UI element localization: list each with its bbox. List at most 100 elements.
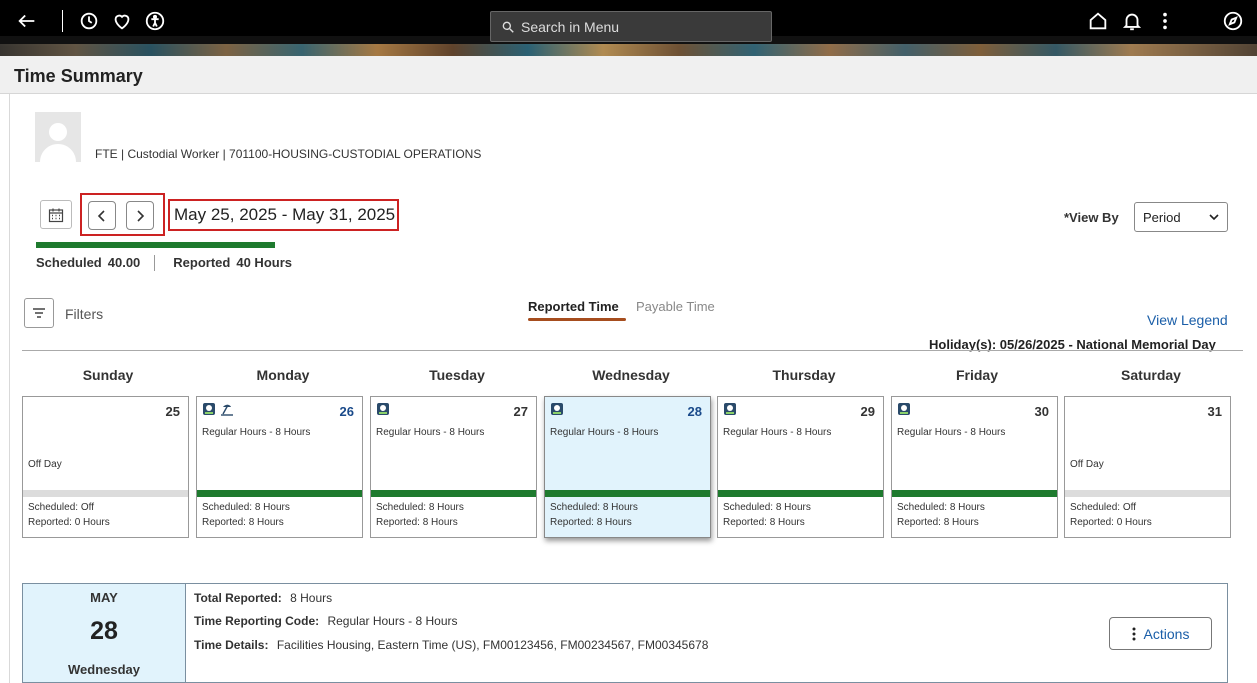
day-card-sunday[interactable]: 25 Off Day Scheduled: Off Reported: 0 Ho… [22, 396, 189, 538]
day-status-icons [376, 402, 390, 416]
scheduled-value: 40.00 [107, 255, 141, 270]
detail-trc-value: Regular Hours - 8 Hours [327, 614, 458, 628]
day-reported: Reported: 0 Hours [1070, 517, 1152, 528]
detail-time-details-row: Time Details: Facilities Housing, Easter… [194, 638, 708, 652]
detail-total-label: Total Reported: [194, 591, 282, 605]
day-scheduled: Scheduled: 8 Hours [897, 502, 985, 513]
person-silhouette-icon [40, 123, 76, 162]
day-detail-panel: MAY 28 Wednesday Total Reported: 8 Hours… [22, 583, 1228, 683]
reported-time-icon [203, 403, 215, 415]
day-time-reporting-code: Regular Hours - 8 Hours [202, 427, 311, 438]
day-number: 28 [687, 404, 702, 419]
day-scheduled: Scheduled: Off [28, 502, 94, 513]
detail-date-block: MAY 28 Wednesday [23, 584, 186, 682]
day-scheduled: Scheduled: Off [1070, 502, 1136, 513]
day-scheduled: Scheduled: 8 Hours [376, 502, 464, 513]
notifications-bell-icon[interactable] [1119, 8, 1145, 34]
day-number: 29 [860, 404, 875, 419]
day-number: 26 [339, 404, 354, 419]
date-range: May 25, 2025 - May 31, 2025 [174, 205, 396, 224]
day-hours-bar [23, 490, 188, 497]
holiday-beach-icon [221, 404, 233, 416]
day-card-friday[interactable]: 30 Regular Hours - 8 Hours Scheduled: 8 … [891, 396, 1058, 538]
tab-payable-time[interactable]: Payable Time [636, 299, 715, 314]
day-number: 25 [165, 404, 180, 419]
back-arrow-icon[interactable] [14, 8, 40, 34]
next-period-button[interactable] [126, 201, 154, 230]
banner-artwork [0, 44, 1257, 56]
reported-label: Reported [173, 255, 231, 270]
calendar-button[interactable] [40, 200, 72, 229]
summary-separator [154, 255, 156, 271]
day-number: 27 [513, 404, 528, 419]
off-day-label: Off Day [28, 459, 62, 470]
accessibility-icon[interactable] [142, 8, 168, 34]
detail-day: 28 [90, 617, 118, 645]
view-by-label: *View By [1064, 210, 1119, 225]
day-reported: Reported: 8 Hours [723, 517, 805, 528]
day-time-reporting-code: Regular Hours - 8 Hours [723, 427, 832, 438]
day-reported: Reported: 8 Hours [550, 517, 632, 528]
day-time-reporting-code: Regular Hours - 8 Hours [550, 427, 659, 438]
chevron-right-icon [137, 209, 145, 222]
day-status-icons [550, 402, 564, 416]
chevron-left-icon [97, 209, 105, 222]
day-card-saturday[interactable]: 31 Off Day Scheduled: Off Reported: 0 Ho… [1064, 396, 1231, 538]
actions-label: Actions [1143, 625, 1190, 642]
weekday-header-saturday: Saturday [1121, 367, 1181, 383]
day-reported: Reported: 8 Hours [376, 517, 458, 528]
home-icon[interactable] [1085, 8, 1111, 34]
day-hours-bar [1065, 490, 1230, 497]
day-status-icons [723, 402, 737, 416]
day-card-thursday[interactable]: 29 Regular Hours - 8 Hours Scheduled: 8 … [717, 396, 884, 538]
day-status-icons [897, 402, 911, 416]
chevron-down-icon [1209, 214, 1219, 221]
weekday-header-monday: Monday [256, 367, 310, 383]
day-hours-bar [718, 490, 883, 497]
employee-job-info: FTE | Custodial Worker | 701100-HOUSING-… [95, 147, 482, 161]
day-card-tuesday[interactable]: 27 Regular Hours - 8 Hours Scheduled: 8 … [370, 396, 537, 538]
actions-button[interactable]: Actions [1109, 617, 1212, 650]
favorites-heart-icon[interactable] [109, 8, 135, 34]
header-divider [62, 10, 63, 32]
day-card-monday[interactable]: 26 Regular Hours - 8 Hours Scheduled: 8 … [196, 396, 363, 538]
view-by-select[interactable]: Period [1134, 202, 1228, 232]
reported-value: 40 Hours [236, 255, 292, 270]
kebab-icon [1132, 627, 1136, 640]
weekday-header-tuesday: Tuesday [429, 367, 485, 383]
hours-progress-bar [36, 242, 275, 248]
detail-total-row: Total Reported: 8 Hours [194, 591, 332, 605]
weekday-header-sunday: Sunday [82, 367, 134, 383]
tab-reported-time[interactable]: Reported Time [528, 299, 619, 314]
weekday-header-friday: Friday [955, 367, 998, 383]
more-options-icon[interactable] [1152, 8, 1178, 34]
detail-weekday: Wednesday [67, 662, 140, 677]
day-hours-bar [892, 490, 1057, 497]
detail-trc-label: Time Reporting Code: [194, 614, 320, 628]
reported-time-icon [898, 403, 910, 415]
filters-button[interactable] [24, 298, 54, 328]
detail-time-details-value: Facilities Housing, Eastern Time (US), F… [276, 638, 709, 652]
previous-period-button[interactable] [88, 201, 116, 230]
detail-trc-row: Time Reporting Code: Regular Hours - 8 H… [194, 614, 458, 628]
day-card-wednesday[interactable]: 28 Regular Hours - 8 Hours Scheduled: 8 … [544, 396, 711, 538]
filter-lines-icon [33, 308, 45, 318]
hours-summary: Scheduled 40.00 Reported 40 Hours [36, 255, 292, 271]
detail-month: MAY [90, 590, 118, 605]
filters-label[interactable]: Filters [65, 306, 103, 322]
day-status-icons [202, 402, 234, 416]
weekday-header-thursday: Thursday [772, 367, 836, 383]
navigator-compass-icon[interactable] [1220, 8, 1246, 34]
day-hours-bar [197, 490, 362, 497]
search-input[interactable]: Search in Menu [490, 11, 772, 42]
detail-total-value: 8 Hours [290, 591, 333, 605]
day-number: 31 [1207, 404, 1222, 419]
day-time-reporting-code: Regular Hours - 8 Hours [376, 427, 485, 438]
reported-time-icon [724, 403, 736, 415]
off-day-label: Off Day [1070, 459, 1104, 470]
day-scheduled: Scheduled: 8 Hours [723, 502, 811, 513]
avatar [35, 112, 81, 162]
history-clock-icon[interactable] [76, 8, 102, 34]
view-legend-link[interactable]: View Legend [1147, 312, 1228, 328]
day-number: 30 [1034, 404, 1049, 419]
